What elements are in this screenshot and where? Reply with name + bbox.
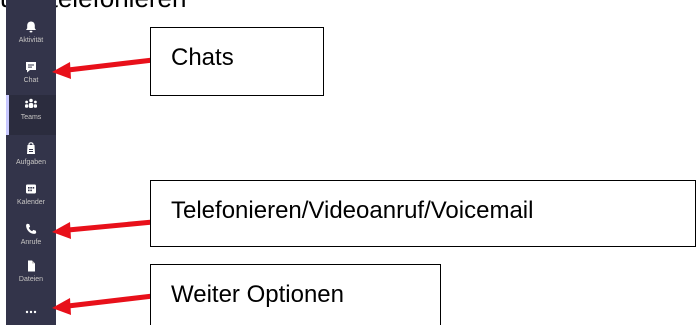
phone-icon [26,223,37,234]
more-icon [25,310,37,314]
callout-chats: Chats [150,27,324,96]
sidebar-item-label: Aktivität [18,37,44,44]
callout-calls: Telefonieren/Videoanruf/Voicemail [150,180,696,247]
sidebar-item-label: Aufgaben [16,159,46,166]
bell-icon [26,21,36,33]
callout-more-text: Weiter Optionen [171,281,344,308]
sidebar-item-anrufe[interactable]: Anrufe [6,220,56,260]
sidebar-item-dateien[interactable]: Dateien [6,257,56,297]
sidebar-item-label: Dateien [18,276,44,283]
callout-more-options: Weiter Optionen [150,264,441,325]
sidebar-item-more[interactable] [6,302,56,325]
sidebar-item-label: Anrufe [20,239,42,246]
sidebar-item-aufgaben[interactable]: Aufgaben [6,140,56,180]
sidebar-item-aktivitat[interactable]: Aktivität [6,18,56,58]
teams-app-bar: Aktivität Chat Teams Aufgaben Kalender A… [6,0,56,325]
teams-icon [25,98,37,108]
sidebar-item-label: Teams [20,114,42,121]
sidebar-item-teams[interactable]: Teams [6,95,56,135]
tasks-icon [27,142,35,154]
callout-calls-text: Telefonieren/Videoanruf/Voicemail [171,197,534,224]
sidebar-item-label: Kalender [16,199,46,206]
sidebar-item-label: Chat [23,77,39,84]
callout-chats-text: Chats [171,44,234,71]
sidebar-item-chat[interactable]: Chat [6,58,56,98]
sidebar-item-kalender[interactable]: Kalender [6,180,56,220]
chat-icon [26,62,36,73]
file-icon [28,260,35,272]
arrow-to-chat [52,57,156,79]
arrow-to-more [52,293,156,315]
arrow-to-anrufe [52,219,156,239]
calendar-icon [26,184,36,194]
